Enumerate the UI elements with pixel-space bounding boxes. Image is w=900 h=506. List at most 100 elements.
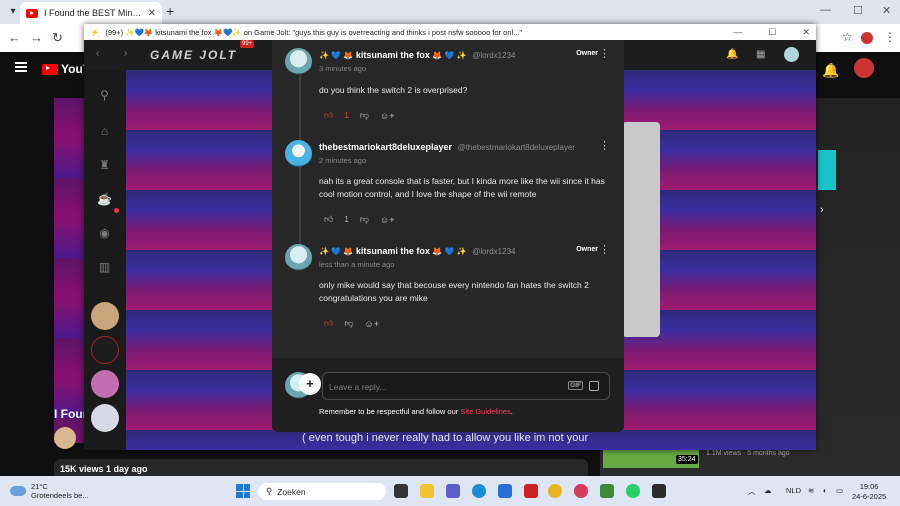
- browser-menu-icon[interactable]: ⋮: [884, 30, 896, 44]
- thumbs-down-icon[interactable]: 👎︎: [360, 214, 369, 225]
- side-video-duration: 35:24: [676, 455, 698, 464]
- gamejolt-logo[interactable]: GAME JOLT: [150, 48, 237, 62]
- task-view-icon[interactable]: [394, 484, 408, 498]
- author-handle: @lordx1234: [472, 51, 516, 60]
- guidelines-period: .: [510, 407, 513, 416]
- thumbs-up-icon[interactable]: 👍︎: [324, 214, 333, 225]
- more-vertical-icon[interactable]: ⋮: [599, 245, 610, 256]
- close-window-button[interactable]: ✕: [882, 4, 891, 17]
- notifications-bell-icon[interactable]: 🔔: [822, 62, 839, 79]
- nav-forward-icon[interactable]: ›: [124, 48, 127, 59]
- popup-close-button[interactable]: ✕: [802, 27, 810, 38]
- chevron-right-icon[interactable]: ›: [820, 204, 824, 216]
- gif-icon[interactable]: GIF: [568, 381, 583, 390]
- system-clock[interactable]: 19:06 24-6-2025: [852, 482, 886, 502]
- weather-desc: Grotendeels be...: [31, 491, 89, 500]
- start-button[interactable]: [236, 484, 250, 498]
- community-avatar-1[interactable]: [91, 302, 119, 330]
- nav-back-icon[interactable]: ‹: [96, 48, 99, 59]
- show-hidden-icons[interactable]: ︿: [748, 486, 756, 497]
- popup-maximize-button[interactable]: ☐: [768, 27, 776, 38]
- comment-avatar[interactable]: [285, 140, 312, 167]
- teams-icon[interactable]: [446, 484, 460, 498]
- bookmark-star-icon[interactable]: ☆: [842, 30, 853, 44]
- store-icon[interactable]: [498, 484, 512, 498]
- profile-avatar[interactable]: [861, 32, 873, 44]
- chat-icon[interactable]: ◉: [97, 226, 112, 241]
- dashboard-icon[interactable]: ▦: [756, 49, 765, 60]
- popup-minimize-button[interactable]: —: [733, 27, 742, 37]
- maximize-window-button[interactable]: ☐: [853, 4, 863, 17]
- minimize-window-button[interactable]: —: [820, 4, 831, 16]
- more-vertical-icon[interactable]: ⋮: [599, 141, 610, 152]
- taskbar-search[interactable]: ⚲ Zoeken: [258, 483, 386, 500]
- add-attachment-button[interactable]: +: [299, 373, 321, 395]
- comment-avatar[interactable]: [285, 48, 312, 75]
- post-image[interactable]: [622, 122, 660, 337]
- author-emoji-left: ✨ 💙 🦊: [319, 247, 354, 256]
- whatsapp-icon[interactable]: [626, 484, 640, 498]
- add-reaction-icon[interactable]: ☺+: [365, 319, 379, 329]
- reply-field[interactable]: GIF: [322, 372, 610, 400]
- author-emoji-left: ✨ 💙 🦊: [319, 51, 354, 60]
- volume-icon[interactable]: ◖: [822, 486, 827, 495]
- youtube-account-avatar[interactable]: [854, 58, 874, 78]
- tab-search-icon[interactable]: ▾: [6, 5, 20, 19]
- notification-badge: 99+: [240, 40, 255, 48]
- weather-widget[interactable]: 21°C Grotendeels be...: [10, 482, 89, 500]
- bell-icon[interactable]: 🔔: [726, 49, 738, 60]
- thumbs-down-icon[interactable]: 👎︎: [360, 110, 369, 121]
- side-thumbnail[interactable]: [818, 150, 836, 190]
- comment-time: 3 minutes ago: [319, 64, 367, 73]
- new-tab-button[interactable]: +: [166, 3, 174, 19]
- add-reaction-icon[interactable]: ☺+: [380, 215, 394, 225]
- community-avatar-2[interactable]: [91, 336, 119, 364]
- backpack-icon[interactable]: ♜: [97, 158, 112, 173]
- mcafee-icon[interactable]: [524, 484, 538, 498]
- battery-icon[interactable]: ▭: [836, 486, 843, 495]
- back-button[interactable]: ←: [8, 30, 21, 45]
- reply-composer: + GIF Remember to be respectful and foll…: [272, 358, 624, 432]
- library-icon[interactable]: ▥: [97, 260, 112, 275]
- wifi-icon[interactable]: ≋: [808, 486, 814, 495]
- community-avatar-4[interactable]: [91, 404, 119, 432]
- gamejolt-taskbar-icon[interactable]: [652, 484, 666, 498]
- like-count: 1: [344, 111, 349, 120]
- side-video-meta: 1.1M views · 5 months ago: [706, 450, 790, 457]
- hamburger-menu-icon[interactable]: [15, 62, 27, 72]
- close-tab-icon[interactable]: ✕: [148, 8, 156, 19]
- edge-icon[interactable]: [472, 484, 486, 498]
- thumbs-up-icon[interactable]: 👍︎: [324, 318, 333, 329]
- channel-avatar[interactable]: [54, 427, 76, 449]
- owner-badge: Owner: [576, 50, 598, 57]
- add-reaction-icon[interactable]: ☺+: [380, 111, 394, 121]
- opera-icon[interactable]: [574, 484, 588, 498]
- chrome-icon[interactable]: [548, 484, 562, 498]
- comment-thread-panel: ✨ 💙 🦊 kitsunami the fox 🦊 💙 ✨ @lordx1234…: [272, 40, 624, 432]
- comment-author[interactable]: ✨ 💙 🦊 kitsunami the fox 🦊 💙 ✨ @lordx1234: [319, 246, 515, 256]
- file-explorer-icon[interactable]: [420, 484, 434, 498]
- popup-title: (99+) ✨💙🦊 kitsunami the fox 🦊💙✨ on Game …: [105, 27, 523, 37]
- cloud-sync-icon[interactable]: ☁: [764, 486, 772, 495]
- comment-avatar[interactable]: [285, 244, 312, 271]
- comment-author[interactable]: thebestmariokart8deluxeplayer @thebestma…: [319, 142, 575, 152]
- site-guidelines-link[interactable]: Site Guidelines: [460, 407, 510, 416]
- minecraft-icon[interactable]: [600, 484, 614, 498]
- more-vertical-icon[interactable]: ⋮: [599, 49, 610, 60]
- discover-icon[interactable]: ⚲: [97, 88, 112, 103]
- reload-button[interactable]: ↻: [52, 30, 63, 46]
- reply-input[interactable]: [329, 379, 549, 395]
- gamejolt-favicon-icon: ⚡: [90, 27, 100, 37]
- image-icon[interactable]: [589, 381, 599, 391]
- store-icon[interactable]: ⌂: [97, 124, 112, 139]
- user-avatar[interactable]: [784, 47, 799, 62]
- quests-icon[interactable]: ☕: [97, 192, 112, 207]
- thumbs-down-icon[interactable]: 👎︎: [344, 318, 353, 329]
- community-avatar-3[interactable]: [91, 370, 119, 398]
- tab-youtube[interactable]: I Found the BEST Minecraft Mo ✕: [20, 2, 162, 24]
- quest-alert-dot: [114, 208, 119, 213]
- comment-author[interactable]: ✨ 💙 🦊 kitsunami the fox 🦊 💙 ✨ @lordx1234: [319, 50, 515, 60]
- forward-button[interactable]: →: [30, 30, 43, 45]
- thumbs-up-icon[interactable]: 👍︎: [324, 110, 333, 121]
- language-indicator[interactable]: NLD: [786, 486, 801, 495]
